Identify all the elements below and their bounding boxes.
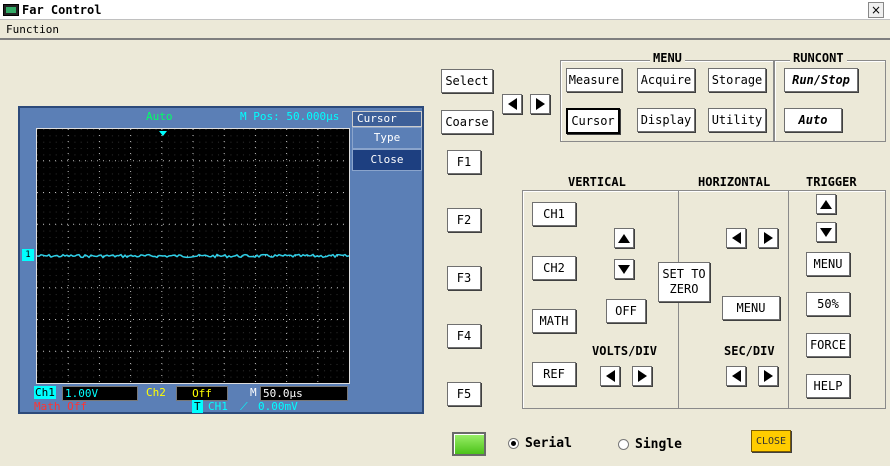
vertical-title: VERTICAL [568, 175, 626, 189]
softmenu-close[interactable]: Close [352, 149, 422, 171]
serial-label: Serial [525, 436, 572, 451]
window-close-button[interactable]: × [868, 2, 884, 18]
vertical-position-up-button[interactable] [614, 228, 634, 248]
trigger-level: 0.00mV [258, 400, 298, 413]
coarse-button[interactable]: Coarse [441, 110, 493, 134]
ch1-label: Ch1 [34, 386, 56, 399]
serial-radio[interactable]: Serial [508, 436, 572, 451]
m-label: M [250, 386, 257, 399]
horizontal-position-right-button[interactable] [758, 228, 778, 248]
ch2-button[interactable]: CH2 [532, 256, 576, 280]
ch1-button[interactable]: CH1 [532, 202, 576, 226]
ref-button[interactable]: REF [532, 362, 576, 386]
scope-softmenu: Cursor Type Close [352, 111, 422, 183]
trigger-mode-label: Auto [146, 110, 173, 123]
trigger-level-down-button[interactable] [816, 222, 836, 242]
menu-group-title: MENU [650, 51, 685, 65]
auto-button[interactable]: Auto [784, 108, 842, 132]
trigger-level-up-button[interactable] [816, 194, 836, 214]
trigger-source: CH1 [208, 400, 228, 413]
sec-div-left-button[interactable] [726, 366, 746, 386]
left-arrow-icon [605, 370, 615, 382]
trigger-title: TRIGGER [806, 175, 857, 189]
single-radio[interactable]: Single [618, 437, 682, 452]
menu-function[interactable]: Function [6, 23, 59, 36]
volts-div-left-button[interactable] [600, 366, 620, 386]
horizontal-trigger-divider [788, 190, 789, 409]
trigger-badge: T [192, 400, 203, 413]
measure-button[interactable]: Measure [566, 68, 622, 92]
f4-button[interactable]: F4 [447, 324, 481, 348]
scope-display: Auto M Pos: 50.000μs 1 Cursor Type Close… [18, 106, 424, 414]
mpos-label: M Pos: 50.000μs [240, 110, 340, 123]
select-button[interactable]: Select [441, 69, 493, 93]
down-arrow-icon [618, 264, 630, 274]
math-button[interactable]: MATH [532, 309, 576, 333]
menu-bar: Function [0, 20, 890, 40]
scope-status-bar: Ch1 1.00V Ch2 Off M 50.0μs Math Off T CH… [34, 386, 350, 413]
off-button[interactable]: OFF [606, 299, 646, 323]
left-arrow-icon [507, 98, 517, 110]
utility-button[interactable]: Utility [708, 108, 766, 132]
scope-graticule [36, 129, 350, 383]
close-button[interactable]: CLOSE [751, 430, 791, 452]
f5-button[interactable]: F5 [447, 382, 481, 406]
right-arrow-icon [763, 370, 773, 382]
left-arrow-icon [731, 370, 741, 382]
display-button[interactable]: Display [637, 108, 695, 132]
select-left-button[interactable] [502, 94, 522, 114]
app-icon [3, 3, 19, 16]
single-label: Single [635, 437, 682, 452]
run-stop-button[interactable]: Run/Stop [784, 68, 858, 92]
volts-div-label: VOLTS/DIV [592, 344, 658, 358]
horizontal-menu-button[interactable]: MENU [722, 296, 780, 320]
down-arrow-icon [820, 227, 832, 237]
left-arrow-icon [731, 232, 741, 244]
trigger-slope-icon: ⟋ [240, 400, 248, 413]
help-button[interactable]: HELP [806, 374, 850, 398]
sec-div-right-button[interactable] [758, 366, 778, 386]
scope-screen [36, 128, 350, 384]
acquire-button[interactable]: Acquire [637, 68, 695, 92]
horizontal-position-left-button[interactable] [726, 228, 746, 248]
f3-button[interactable]: F3 [447, 266, 481, 290]
set-to-zero-button[interactable]: SET TO ZERO [658, 262, 710, 302]
storage-button[interactable]: Storage [708, 68, 766, 92]
timebase-value: 50.0μs [260, 386, 348, 401]
softmenu-header: Cursor [352, 111, 422, 127]
volts-div-right-button[interactable] [632, 366, 652, 386]
runcont-group-title: RUNCONT [790, 51, 847, 65]
radio-unselected-icon [618, 439, 629, 450]
sec-div-label: SEC/DIV [724, 344, 775, 358]
ch1-volts: 1.00V [62, 386, 138, 401]
f2-button[interactable]: F2 [447, 208, 481, 232]
trigger-menu-button[interactable]: MENU [806, 252, 850, 276]
select-right-button[interactable] [530, 94, 550, 114]
force-button[interactable]: FORCE [806, 333, 850, 357]
ch2-volts: Off [176, 386, 228, 401]
f1-button[interactable]: F1 [447, 150, 481, 174]
right-arrow-icon [637, 370, 647, 382]
ch2-label: Ch2 [146, 386, 166, 399]
cursor-button[interactable]: Cursor [566, 108, 620, 134]
title-bar: Far Control × [0, 0, 890, 20]
softmenu-type[interactable]: Type [352, 127, 422, 149]
radio-selected-icon [508, 438, 519, 449]
trigger-50-button[interactable]: 50% [806, 292, 850, 316]
channel-1-marker: 1 [22, 249, 34, 261]
math-status: Math Off [34, 400, 87, 413]
up-arrow-icon [820, 199, 832, 209]
up-arrow-icon [618, 233, 630, 243]
horizontal-title: HORIZONTAL [698, 175, 771, 189]
window-title: Far Control [22, 2, 102, 17]
connection-led [452, 432, 486, 456]
vertical-position-down-button[interactable] [614, 259, 634, 279]
right-arrow-icon [763, 232, 773, 244]
right-arrow-icon [535, 98, 545, 110]
